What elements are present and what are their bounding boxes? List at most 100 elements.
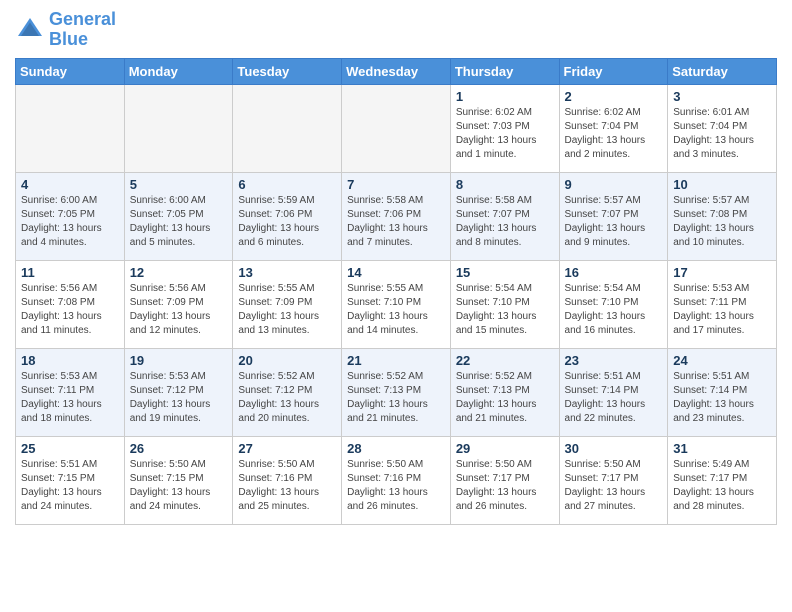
day-number: 7 bbox=[347, 177, 445, 192]
day-number: 17 bbox=[673, 265, 771, 280]
day-number: 28 bbox=[347, 441, 445, 456]
calendar-cell: 3 Sunrise: 6:01 AM Sunset: 7:04 PM Daylig… bbox=[668, 84, 777, 172]
day-info: Sunrise: 6:02 AM Sunset: 7:03 PM Dayligh… bbox=[456, 106, 554, 162]
day-info: Sunrise: 5:53 AM Sunset: 7:12 PM Dayligh… bbox=[130, 370, 228, 426]
calendar-cell bbox=[124, 84, 233, 172]
weekday-header-row: SundayMondayTuesdayWednesdayThursdayFrid… bbox=[16, 58, 777, 84]
calendar-cell: 29 Sunrise: 5:50 AM Sunset: 7:17 PM Dayli… bbox=[450, 436, 559, 524]
weekday-header: Thursday bbox=[450, 58, 559, 84]
day-number: 26 bbox=[130, 441, 228, 456]
logo: General Blue bbox=[15, 10, 116, 50]
calendar-cell: 20 Sunrise: 5:52 AM Sunset: 7:12 PM Dayli… bbox=[233, 348, 342, 436]
page: General Blue SundayMondayTuesdayWednesda… bbox=[0, 0, 792, 540]
calendar-cell: 12Sunrise: 5:56 AM Sunset: 7:09 PM Dayli… bbox=[124, 260, 233, 348]
calendar-cell: 27Sunrise: 5:50 AM Sunset: 7:16 PM Dayli… bbox=[233, 436, 342, 524]
calendar-cell: 2Sunrise: 6:02 AM Sunset: 7:04 PM Daylig… bbox=[559, 84, 668, 172]
day-info: Sunrise: 5:51 AM Sunset: 7:15 PM Dayligh… bbox=[21, 458, 119, 514]
calendar-cell: 1 Sunrise: 6:02 AM Sunset: 7:03 PM Daylig… bbox=[450, 84, 559, 172]
calendar-cell: 8 Sunrise: 5:58 AM Sunset: 7:07 PM Daylig… bbox=[450, 172, 559, 260]
weekday-header: Tuesday bbox=[233, 58, 342, 84]
day-number: 24 bbox=[673, 353, 771, 368]
calendar-cell bbox=[233, 84, 342, 172]
calendar-cell: 13Sunrise: 5:55 AM Sunset: 7:09 PM Dayli… bbox=[233, 260, 342, 348]
calendar-cell: 4 Sunrise: 6:00 AM Sunset: 7:05 PM Daylig… bbox=[16, 172, 125, 260]
day-info: Sunrise: 5:49 AM Sunset: 7:17 PM Dayligh… bbox=[673, 458, 771, 514]
day-number: 1 bbox=[456, 89, 554, 104]
day-info: Sunrise: 5:50 AM Sunset: 7:15 PM Dayligh… bbox=[130, 458, 228, 514]
day-number: 25 bbox=[21, 441, 119, 456]
calendar-cell: 9Sunrise: 5:57 AM Sunset: 7:07 PM Daylig… bbox=[559, 172, 668, 260]
day-info: Sunrise: 5:59 AM Sunset: 7:06 PM Dayligh… bbox=[238, 194, 336, 250]
calendar-cell: 7 Sunrise: 5:58 AM Sunset: 7:06 PM Daylig… bbox=[342, 172, 451, 260]
day-info: Sunrise: 5:52 AM Sunset: 7:12 PM Dayligh… bbox=[238, 370, 336, 426]
calendar-cell: 23Sunrise: 5:51 AM Sunset: 7:14 PM Dayli… bbox=[559, 348, 668, 436]
calendar-cell bbox=[16, 84, 125, 172]
day-number: 4 bbox=[21, 177, 119, 192]
day-number: 14 bbox=[347, 265, 445, 280]
day-number: 9 bbox=[565, 177, 663, 192]
day-info: Sunrise: 5:53 AM Sunset: 7:11 PM Dayligh… bbox=[21, 370, 119, 426]
day-number: 13 bbox=[238, 265, 336, 280]
day-number: 29 bbox=[456, 441, 554, 456]
calendar-week-row: 18 Sunrise: 5:53 AM Sunset: 7:11 PM Dayli… bbox=[16, 348, 777, 436]
weekday-header: Friday bbox=[559, 58, 668, 84]
weekday-header: Wednesday bbox=[342, 58, 451, 84]
calendar-week-row: 4 Sunrise: 6:00 AM Sunset: 7:05 PM Daylig… bbox=[16, 172, 777, 260]
day-number: 10 bbox=[673, 177, 771, 192]
day-info: Sunrise: 5:50 AM Sunset: 7:17 PM Dayligh… bbox=[456, 458, 554, 514]
day-info: Sunrise: 5:51 AM Sunset: 7:14 PM Dayligh… bbox=[673, 370, 771, 426]
day-info: Sunrise: 5:56 AM Sunset: 7:08 PM Dayligh… bbox=[21, 282, 119, 338]
calendar-week-row: 1 Sunrise: 6:02 AM Sunset: 7:03 PM Daylig… bbox=[16, 84, 777, 172]
day-number: 18 bbox=[21, 353, 119, 368]
calendar-cell: 25 Sunrise: 5:51 AM Sunset: 7:15 PM Dayli… bbox=[16, 436, 125, 524]
day-number: 19 bbox=[130, 353, 228, 368]
weekday-header: Saturday bbox=[668, 58, 777, 84]
day-info: Sunrise: 5:52 AM Sunset: 7:13 PM Dayligh… bbox=[347, 370, 445, 426]
calendar-cell: 28 Sunrise: 5:50 AM Sunset: 7:16 PM Dayli… bbox=[342, 436, 451, 524]
day-info: Sunrise: 5:50 AM Sunset: 7:16 PM Dayligh… bbox=[347, 458, 445, 514]
calendar-cell: 11 Sunrise: 5:56 AM Sunset: 7:08 PM Dayli… bbox=[16, 260, 125, 348]
day-info: Sunrise: 5:57 AM Sunset: 7:08 PM Dayligh… bbox=[673, 194, 771, 250]
day-number: 21 bbox=[347, 353, 445, 368]
calendar-cell: 22Sunrise: 5:52 AM Sunset: 7:13 PM Dayli… bbox=[450, 348, 559, 436]
calendar-week-row: 11 Sunrise: 5:56 AM Sunset: 7:08 PM Dayli… bbox=[16, 260, 777, 348]
day-number: 6 bbox=[238, 177, 336, 192]
day-number: 15 bbox=[456, 265, 554, 280]
day-info: Sunrise: 5:55 AM Sunset: 7:10 PM Dayligh… bbox=[347, 282, 445, 338]
logo-icon bbox=[15, 15, 45, 45]
day-info: Sunrise: 5:58 AM Sunset: 7:06 PM Dayligh… bbox=[347, 194, 445, 250]
day-info: Sunrise: 5:50 AM Sunset: 7:16 PM Dayligh… bbox=[238, 458, 336, 514]
calendar-cell: 24 Sunrise: 5:51 AM Sunset: 7:14 PM Dayli… bbox=[668, 348, 777, 436]
day-info: Sunrise: 5:54 AM Sunset: 7:10 PM Dayligh… bbox=[565, 282, 663, 338]
day-number: 23 bbox=[565, 353, 663, 368]
calendar-cell: 5Sunrise: 6:00 AM Sunset: 7:05 PM Daylig… bbox=[124, 172, 233, 260]
day-info: Sunrise: 5:54 AM Sunset: 7:10 PM Dayligh… bbox=[456, 282, 554, 338]
calendar-cell: 10 Sunrise: 5:57 AM Sunset: 7:08 PM Dayli… bbox=[668, 172, 777, 260]
day-number: 16 bbox=[565, 265, 663, 280]
calendar-cell: 16 Sunrise: 5:54 AM Sunset: 7:10 PM Dayli… bbox=[559, 260, 668, 348]
calendar-cell: 15 Sunrise: 5:54 AM Sunset: 7:10 PM Dayli… bbox=[450, 260, 559, 348]
day-info: Sunrise: 5:58 AM Sunset: 7:07 PM Dayligh… bbox=[456, 194, 554, 250]
calendar-cell: 17 Sunrise: 5:53 AM Sunset: 7:11 PM Dayli… bbox=[668, 260, 777, 348]
day-number: 31 bbox=[673, 441, 771, 456]
day-info: Sunrise: 6:00 AM Sunset: 7:05 PM Dayligh… bbox=[21, 194, 119, 250]
calendar-cell: 31 Sunrise: 5:49 AM Sunset: 7:17 PM Dayli… bbox=[668, 436, 777, 524]
day-info: Sunrise: 5:50 AM Sunset: 7:17 PM Dayligh… bbox=[565, 458, 663, 514]
day-info: Sunrise: 5:56 AM Sunset: 7:09 PM Dayligh… bbox=[130, 282, 228, 338]
day-number: 20 bbox=[238, 353, 336, 368]
weekday-header: Sunday bbox=[16, 58, 125, 84]
day-number: 3 bbox=[673, 89, 771, 104]
day-number: 30 bbox=[565, 441, 663, 456]
weekday-header: Monday bbox=[124, 58, 233, 84]
calendar-cell: 30 Sunrise: 5:50 AM Sunset: 7:17 PM Dayli… bbox=[559, 436, 668, 524]
header: General Blue bbox=[15, 10, 777, 50]
calendar-cell: 18 Sunrise: 5:53 AM Sunset: 7:11 PM Dayli… bbox=[16, 348, 125, 436]
calendar-cell: 6 Sunrise: 5:59 AM Sunset: 7:06 PM Daylig… bbox=[233, 172, 342, 260]
day-number: 8 bbox=[456, 177, 554, 192]
day-number: 11 bbox=[21, 265, 119, 280]
calendar-cell bbox=[342, 84, 451, 172]
day-info: Sunrise: 6:01 AM Sunset: 7:04 PM Dayligh… bbox=[673, 106, 771, 162]
calendar-cell: 26 Sunrise: 5:50 AM Sunset: 7:15 PM Dayli… bbox=[124, 436, 233, 524]
day-info: Sunrise: 5:53 AM Sunset: 7:11 PM Dayligh… bbox=[673, 282, 771, 338]
calendar-week-row: 25 Sunrise: 5:51 AM Sunset: 7:15 PM Dayli… bbox=[16, 436, 777, 524]
